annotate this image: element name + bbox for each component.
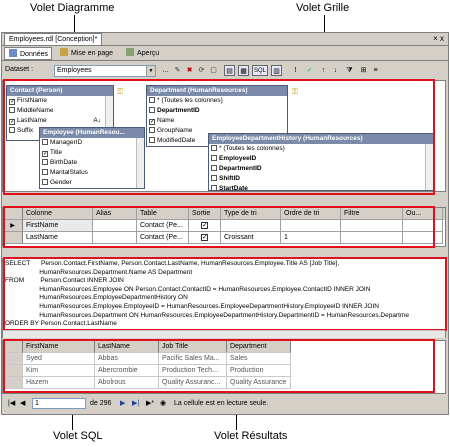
refresh-icon[interactable]: ⟳ (196, 65, 207, 76)
run-icon[interactable]: ▢ (208, 65, 219, 76)
properties-icon[interactable]: ≡ (370, 65, 381, 76)
diagram-pane-highlight (3, 79, 435, 195)
sql-pane-highlight (3, 257, 447, 331)
record-number-value: 1 (35, 400, 39, 407)
verify-icon[interactable]: ✓ (304, 65, 315, 76)
grid-pane-highlight (3, 206, 435, 248)
chevron-down-icon[interactable]: ▼ (146, 66, 155, 76)
filter-icon[interactable]: ⧩ (344, 65, 355, 76)
ellipsis-button[interactable]: … (160, 65, 171, 76)
delete-icon[interactable]: ✖ (184, 65, 195, 76)
first-record-icon[interactable]: |◀ (8, 399, 15, 409)
results-pane-icon[interactable]: ▥ (271, 65, 282, 76)
tab-donnees[interactable]: Données (4, 47, 52, 60)
tab-mise-en-page-label: Mise en page (71, 50, 114, 57)
record-number-input[interactable]: 1 (32, 398, 86, 409)
layout-icon (60, 48, 68, 56)
tab-donnees-label: Données (20, 51, 49, 58)
results-navigation-bar: |◀ ◀ 1 de 296 ▶ ▶| ▶* ◉ La cellule est e… (2, 397, 446, 411)
preview-icon (126, 48, 134, 56)
designer-tabs: Données Mise en page Aperçu (2, 45, 448, 61)
record-count-label: de 296 (90, 400, 112, 407)
sql-pane-button[interactable]: SQL (252, 65, 268, 76)
dataset-select[interactable]: Employees ▼ (54, 65, 156, 77)
dataset-value: Employees (57, 67, 92, 74)
tab-apercu-label: Aperçu (137, 50, 160, 57)
diagram-pane-icon[interactable]: ▤ (224, 65, 235, 76)
edit-icon[interactable]: ✎ (172, 65, 183, 76)
tab-mise-en-page[interactable]: Mise en page (56, 47, 118, 60)
data-toolbar: Dataset : Employees ▼ … ✎ ✖ ⟳ ▢ ▤ ▦ SQL … (2, 63, 448, 79)
error-icon[interactable]: ! (290, 65, 301, 76)
previous-record-icon[interactable]: ◀ (20, 399, 25, 409)
callout-grid-pane: Volet Grille (296, 2, 350, 14)
last-record-icon[interactable]: ▶| (132, 399, 139, 409)
sort-asc-icon[interactable]: ↑ (318, 65, 329, 76)
new-record-icon[interactable]: ▶* (146, 399, 154, 409)
stop-icon[interactable]: ◉ (160, 399, 166, 409)
sort-desc-icon[interactable]: ↓ (330, 65, 341, 76)
sql-horizontal-scrollbar[interactable] (3, 330, 445, 338)
callout-sql-pane: Volet SQL (53, 430, 103, 442)
callout-diagram-pane: Volet Diagramme (30, 2, 115, 14)
tab-apercu[interactable]: Aperçu (122, 47, 168, 60)
next-record-icon[interactable]: ▶ (120, 399, 125, 409)
grid-pane-icon[interactable]: ▦ (238, 65, 249, 76)
callout-results-pane: Volet Résultats (214, 430, 288, 442)
dataset-label: Dataset : (5, 66, 34, 73)
close-icon[interactable]: × x (433, 34, 444, 44)
status-message: La cellule est en lecture seule. (174, 400, 269, 407)
data-icon (9, 49, 17, 57)
document-tab[interactable]: Employees.rdl [Conception]* (4, 33, 103, 45)
results-pane-highlight (3, 339, 435, 393)
group-icon[interactable]: ⊞ (358, 65, 369, 76)
